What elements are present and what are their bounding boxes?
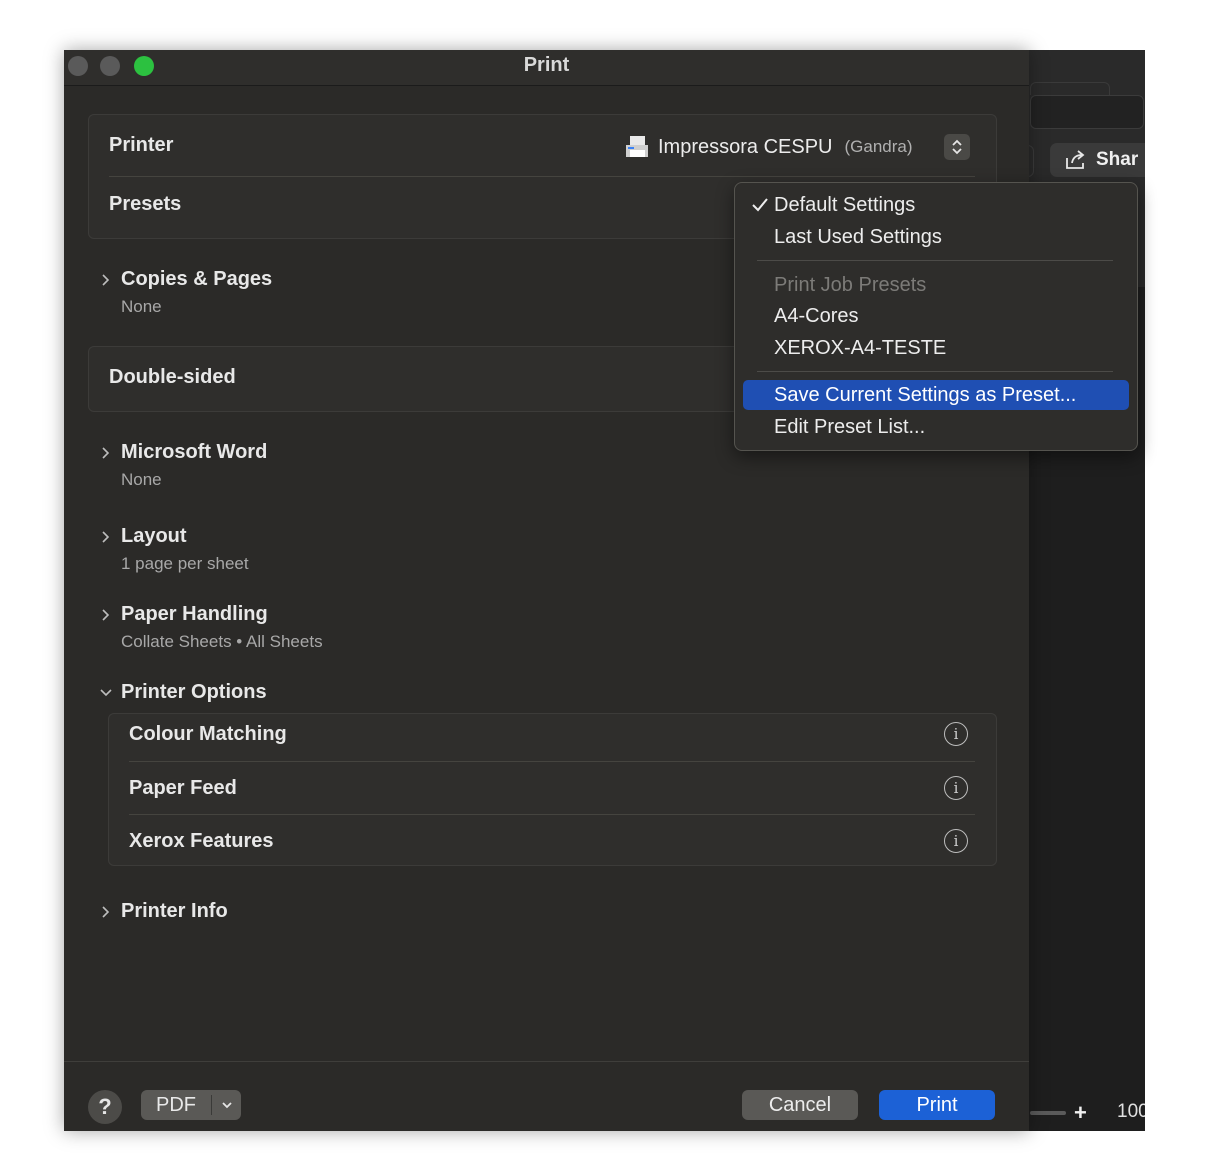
menu-item-save-current-settings[interactable]: Save Current Settings as Preset... (743, 380, 1129, 410)
paper-feed-label[interactable]: Paper Feed (129, 777, 237, 800)
info-icon[interactable]: i (944, 829, 968, 853)
menu-item-default-settings[interactable]: Default Settings (743, 190, 1129, 220)
presets-label: Presets (109, 193, 182, 215)
window-title: Print (523, 54, 570, 76)
info-icon[interactable]: i (944, 722, 968, 746)
print-button[interactable]: Print (879, 1090, 995, 1120)
printer-stepper[interactable] (944, 134, 970, 160)
cancel-button[interactable]: Cancel (742, 1090, 858, 1120)
printer-icon (626, 136, 648, 157)
paper-handling-title[interactable]: Paper Handling (121, 603, 268, 626)
chevron-right-icon[interactable] (100, 274, 112, 286)
menu-item-last-used-settings[interactable]: Last Used Settings (743, 222, 1129, 252)
printer-label: Printer (109, 134, 174, 156)
chevron-right-icon[interactable] (100, 447, 112, 459)
menu-separator (757, 260, 1113, 261)
copies-pages-title[interactable]: Copies & Pages (121, 268, 272, 291)
chevron-up-down-icon (952, 139, 962, 155)
menu-item-label: Default Settings (774, 194, 916, 216)
zoom-level: 100 (1117, 1101, 1145, 1122)
printer-presets-separator (109, 176, 975, 177)
layout-title[interactable]: Layout (121, 525, 187, 548)
info-icon[interactable]: i (944, 776, 968, 800)
share-icon (1066, 150, 1085, 169)
printer-name: Impressora CESPU (658, 135, 833, 158)
menu-item-xerox-a4-teste[interactable]: XEROX-A4-TESTE (743, 333, 1129, 363)
help-button[interactable]: ? (88, 1090, 122, 1124)
share-button[interactable]: Shar (1050, 143, 1145, 177)
printer-location: (Gandra) (844, 137, 913, 156)
chevron-down-icon (212, 1100, 241, 1110)
chevron-down-icon[interactable] (100, 687, 112, 699)
chevron-right-icon[interactable] (100, 609, 112, 621)
options-separator (129, 814, 975, 815)
menu-item-label: Print Job Presets (774, 274, 927, 296)
paper-handling-subtitle: Collate Sheets • All Sheets (121, 632, 323, 651)
layout-subtitle: 1 page per sheet (121, 554, 249, 573)
colour-matching-label[interactable]: Colour Matching (129, 723, 287, 746)
copies-pages-subtitle: None (121, 297, 162, 316)
menu-item-label: A4-Cores (774, 305, 859, 327)
printer-options-title[interactable]: Printer Options (121, 681, 267, 704)
microsoft-word-subtitle: None (121, 470, 162, 489)
background-tab (1030, 82, 1110, 95)
footer-separator (64, 1061, 1029, 1062)
menu-item-edit-preset-list[interactable]: Edit Preset List... (743, 412, 1129, 442)
menu-item-a4-cores[interactable]: A4-Cores (743, 301, 1129, 331)
checkmark-icon (752, 198, 768, 212)
options-separator (129, 761, 975, 762)
zoom-slider[interactable] (1030, 1111, 1066, 1115)
presets-menu: Default Settings Last Used Settings Prin… (734, 182, 1138, 451)
menu-item-label: XEROX-A4-TESTE (774, 337, 947, 359)
pdf-menu-button[interactable]: PDF (141, 1090, 241, 1120)
pdf-label: PDF (156, 1093, 196, 1116)
menu-header-print-job-presets: Print Job Presets (743, 270, 1129, 300)
printer-info-title[interactable]: Printer Info (121, 900, 228, 923)
menu-item-label: Save Current Settings as Preset... (774, 384, 1077, 406)
menu-separator (757, 371, 1113, 372)
printer-select[interactable]: Impressora CESPU (Gandra) (624, 134, 913, 160)
title-bar: Print (64, 50, 1029, 86)
xerox-features-label[interactable]: Xerox Features (129, 830, 274, 853)
double-sided-label: Double-sided (109, 366, 236, 388)
share-label: Shar (1096, 149, 1139, 170)
zoom-in-button[interactable]: + (1074, 1100, 1087, 1126)
microsoft-word-title[interactable]: Microsoft Word (121, 441, 267, 464)
background-field (1030, 95, 1144, 129)
menu-item-label: Edit Preset List... (774, 416, 926, 438)
chevron-right-icon[interactable] (100, 906, 112, 918)
chevron-right-icon[interactable] (100, 531, 112, 543)
menu-item-label: Last Used Settings (774, 226, 942, 248)
